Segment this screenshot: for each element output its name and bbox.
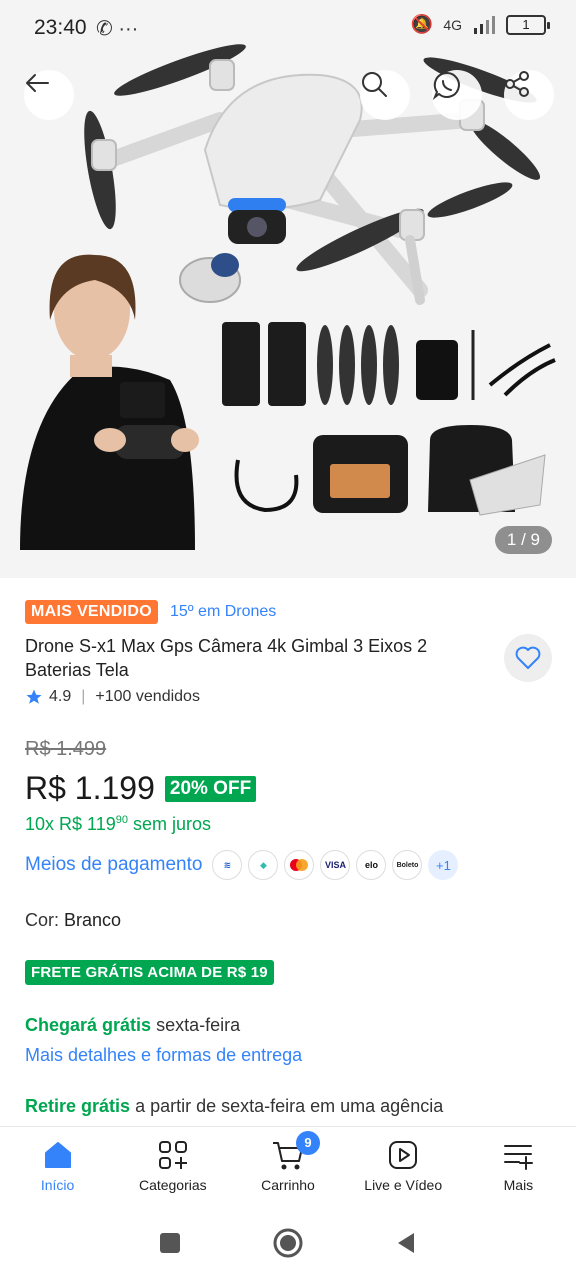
nav-home-label: Início [40, 1177, 75, 1193]
ranking-link[interactable]: 15º em Drones [170, 603, 276, 621]
nav-home[interactable]: Início [0, 1127, 115, 1206]
badge-row: MAIS VENDIDO 15º em Drones [25, 600, 276, 624]
old-price: R$ 1.499 [25, 738, 107, 760]
nav-categories-label: Categorias [138, 1177, 207, 1193]
rating-separator: | [81, 688, 86, 705]
delivery-details-link[interactable]: Mais detalhes e formas de entrega [25, 1045, 302, 1066]
nav-cart[interactable]: 9 Carrinho [230, 1127, 345, 1206]
mute-icon: 🔕 [410, 14, 434, 34]
status-bar: 23:40 ✆ ··· 🔕 4G 1 [0, 0, 576, 56]
bottom-navigation: Início Categorias 9 Carrinho Live e Víde… [0, 1126, 576, 1206]
rating-row[interactable]: 4.9 | +100 vendidos [25, 688, 200, 706]
notification-icons: ✆ ··· [96, 16, 138, 41]
heart-icon [515, 646, 541, 669]
back-button[interactable] [24, 70, 74, 120]
back-triangle-icon[interactable] [394, 1231, 418, 1255]
product-title: Drone S-x1 Max Gps Câmera 4k Gimbal 3 Ei… [25, 636, 428, 680]
free-shipping-badge: FRETE GRÁTIS ACIMA DE R$ 19 [25, 960, 274, 985]
pickup-info: Retire grátis a partir de sexta-feira em… [25, 1096, 443, 1117]
nav-categories[interactable]: Categorias [115, 1127, 230, 1206]
whatsapp-share-button[interactable] [432, 70, 482, 120]
network-type: 4G [443, 16, 462, 33]
mastercard-icon [284, 850, 315, 880]
price-row: R$ 1.199 20% OFF [25, 770, 257, 807]
rating-value: 4.9 [49, 688, 72, 705]
battery-icon: 1 [506, 14, 550, 35]
boleto-icon: Boleto [392, 850, 423, 880]
system-icons: 🔕 4G 1 [410, 14, 550, 35]
favorite-button[interactable] [504, 634, 552, 682]
whatsapp-icon [432, 71, 460, 100]
search-button[interactable] [360, 70, 410, 120]
installments-suffix: sem juros [133, 814, 212, 834]
home-button-icon[interactable] [272, 1227, 304, 1259]
nav-live-video[interactable]: Live e Vídeo [346, 1127, 461, 1206]
system-navigation [0, 1206, 576, 1280]
payment-methods-row[interactable]: Meios de pagamento ≋ ◆ VISA elo Boleto +… [25, 850, 459, 880]
sold-count: +100 vendidos [95, 688, 200, 705]
nav-live-video-label: Live e Vídeo [364, 1177, 443, 1193]
recent-apps-icon[interactable] [158, 1231, 182, 1255]
pickup-highlight: Retire grátis [25, 1096, 131, 1116]
product-image-gallery[interactable]: 1 / 9 [0, 0, 576, 578]
color-label: Cor: [25, 910, 60, 930]
visa-icon: VISA [320, 850, 351, 880]
home-icon [44, 1142, 71, 1168]
play-icon [389, 1141, 418, 1169]
share-button[interactable] [504, 70, 554, 120]
current-price: R$ 1.199 [25, 770, 155, 806]
status-time: 23:40 [34, 16, 87, 39]
signal-icon [474, 15, 495, 34]
color-row: Cor: Branco [25, 910, 121, 931]
bank-icon: ≋ [212, 850, 243, 880]
nav-cart-label: Carrinho [261, 1177, 315, 1193]
arrival-day: sexta-feira [156, 1015, 241, 1035]
more-payment-methods[interactable]: +1 [428, 850, 459, 880]
pix-icon: ◆ [248, 850, 279, 880]
menu-plus-icon [504, 1145, 534, 1170]
share-icon [505, 71, 529, 97]
payment-methods-link[interactable]: Meios de pagamento [25, 854, 202, 876]
installments-cents: 90 [115, 814, 128, 826]
product-photo [20, 44, 556, 550]
best-seller-badge: MAIS VENDIDO [25, 600, 158, 624]
more-notifications-icon: ··· [118, 18, 139, 40]
arrival-info: Chegará grátis sexta-feira [25, 1015, 240, 1036]
cart-count-badge: 9 [296, 1131, 320, 1155]
nav-more-label: Mais [503, 1177, 534, 1193]
image-counter: 1 / 9 [494, 526, 552, 554]
nav-more[interactable]: Mais [461, 1127, 576, 1206]
search-icon [362, 72, 387, 97]
product-info: MAIS VENDIDO 15º em Drones Drone S-x1 Ma… [0, 578, 576, 1126]
installments-text: 10x R$ 11990 sem juros [25, 814, 211, 835]
arrow-left-icon [26, 74, 49, 92]
star-icon [26, 689, 42, 704]
categories-icon [158, 1141, 187, 1169]
elo-icon: elo [356, 850, 387, 880]
whatsapp-notification-icon: ✆ [96, 18, 113, 40]
discount-badge: 20% OFF [164, 775, 257, 802]
pickup-text: a partir de sexta-feira em uma agência [135, 1096, 444, 1116]
arrival-highlight: Chegará grátis [25, 1015, 152, 1035]
installments-amount: 10x R$ 119 [25, 814, 116, 834]
color-value: Branco [64, 910, 122, 930]
